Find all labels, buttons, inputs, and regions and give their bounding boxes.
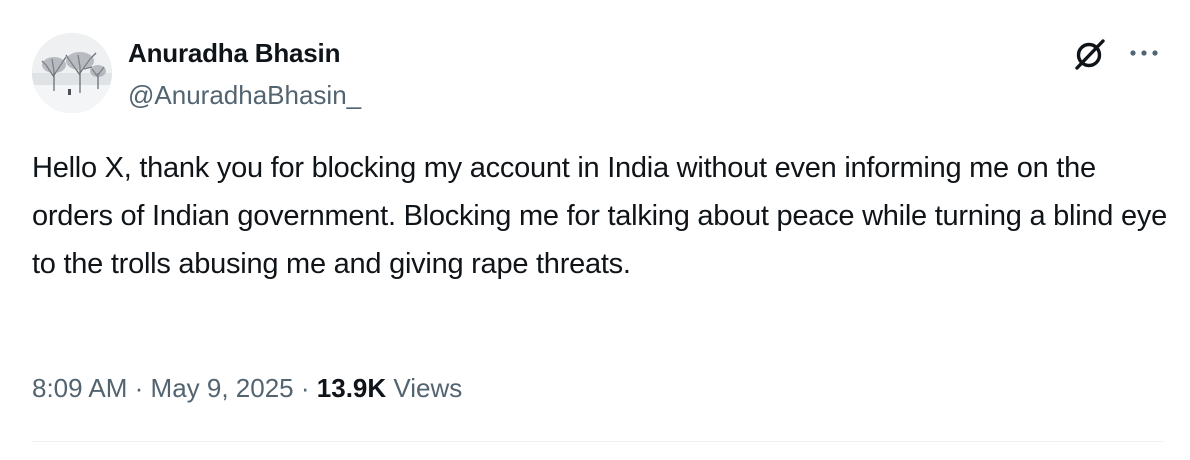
author-name[interactable]: Anuradha Bhasin [128,37,340,69]
avatar-image [32,33,112,113]
author-handle[interactable]: @AnuradhaBhasin_ [128,79,361,111]
meta-separator: · [134,373,144,403]
tweet-text: Hello X, thank you for blocking my accou… [32,152,1167,280]
divider [32,441,1164,442]
more-options-icon[interactable] [1126,38,1162,68]
tweet-meta: 8:09 AM · May 9, 2025 · 13.9K Views [32,368,462,408]
views-label[interactable]: Views [393,373,462,403]
views-count[interactable]: 13.9K [317,373,386,403]
tweet-time[interactable]: 8:09 AM [32,373,127,403]
meta-separator: · [300,373,310,403]
tweet-card: Anuradha Bhasin @AnuradhaBhasin_ Hello X… [0,0,1190,460]
tweet-date[interactable]: May 9, 2025 [151,373,294,403]
grok-icon[interactable] [1072,36,1108,72]
avatar[interactable] [32,33,112,113]
